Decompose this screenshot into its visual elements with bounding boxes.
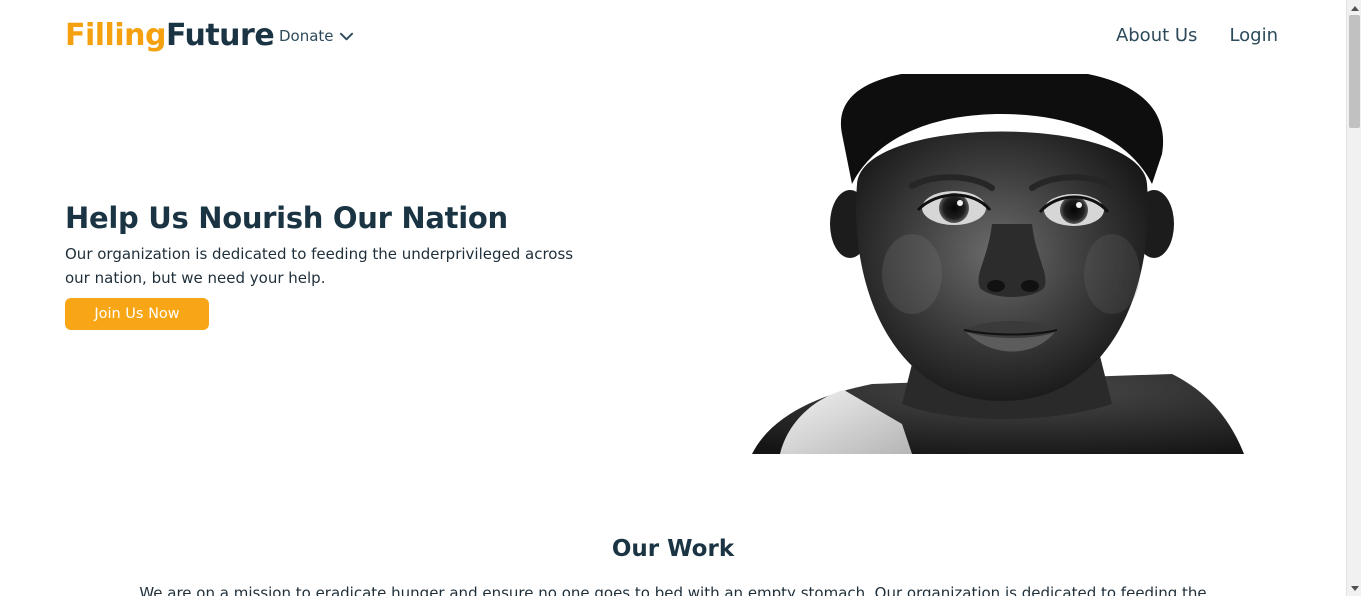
logo-part-filling: Filling xyxy=(65,18,166,53)
hero-description: Our organization is dedicated to feeding… xyxy=(65,245,574,287)
donate-dropdown[interactable]: Donate xyxy=(279,27,354,45)
about-us-link[interactable]: About Us xyxy=(1116,25,1198,46)
hero-child-portrait xyxy=(752,74,1244,454)
child-portrait-image xyxy=(752,74,1244,454)
nav-links: About Us Login xyxy=(1116,25,1278,46)
site-logo[interactable]: FillingFuture xyxy=(65,18,275,53)
donate-label: Donate xyxy=(279,27,334,45)
chevron-down-icon xyxy=(339,32,353,40)
scroll-up-arrow-icon[interactable] xyxy=(1347,0,1361,15)
hero-section: Help Us Nourish Our Nation Our organizat… xyxy=(65,200,605,330)
scrollbar-thumb[interactable] xyxy=(1349,15,1360,128)
vertical-scrollbar[interactable] xyxy=(1346,0,1361,596)
join-us-now-button[interactable]: Join Us Now xyxy=(65,298,209,330)
login-link[interactable]: Login xyxy=(1229,25,1278,46)
hero-title: Help Us Nourish Our Nation xyxy=(65,201,508,235)
scroll-down-arrow-icon[interactable] xyxy=(1347,581,1361,596)
logo-part-future: Future xyxy=(165,18,275,53)
our-work-title: Our Work xyxy=(611,536,735,562)
navbar: FillingFuture Donate About Us Login xyxy=(0,0,1346,74)
our-work-text: We are on a mission to eradicate hunger … xyxy=(139,584,1207,596)
